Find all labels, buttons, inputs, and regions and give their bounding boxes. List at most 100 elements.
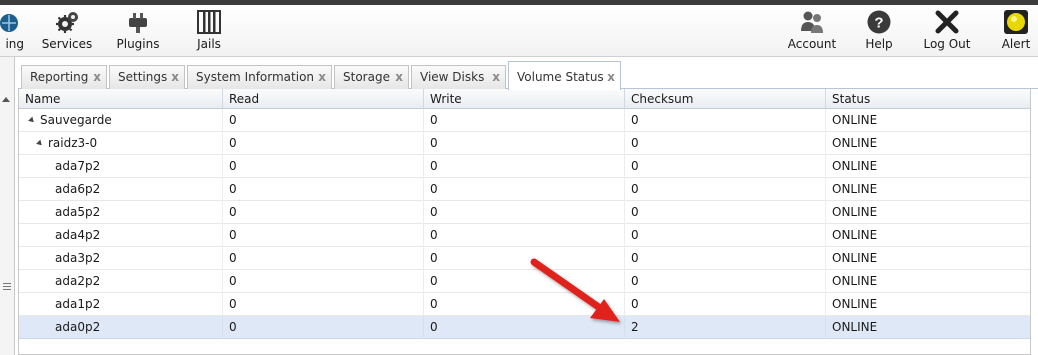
table-row[interactable]: ada2p2 0 0 0 ONLINE [19, 270, 1030, 293]
cell-text: 0 [430, 251, 438, 265]
toolbar-item-plugins[interactable]: Plugins [112, 5, 164, 57]
cell-text: 0 [430, 320, 438, 334]
cell-read: 0 [223, 132, 424, 155]
toolbar-label: Log Out [923, 37, 971, 51]
cell-text: ada7p2 [55, 159, 101, 173]
cell-write: 0 [424, 293, 625, 316]
column-header-status[interactable]: Status [826, 89, 1030, 109]
cell-text: ONLINE [832, 159, 878, 173]
cell-status: ONLINE [826, 155, 1030, 178]
tab-storage[interactable]: Storage x [334, 65, 409, 89]
cell-text: ada5p2 [55, 205, 101, 219]
cell-text: ONLINE [832, 113, 878, 127]
table-row[interactable]: raidz3-0 0 0 0 ONLINE [19, 132, 1030, 155]
expand-arrow-icon[interactable] [28, 116, 36, 125]
cell-text: 0 [631, 297, 639, 311]
cell-write: 0 [424, 316, 625, 339]
cell-text: 0 [229, 205, 237, 219]
cell-text: ONLINE [832, 136, 878, 150]
column-header-write[interactable]: Write [424, 89, 625, 109]
left-navigation-panel[interactable] [0, 57, 15, 355]
tab-reporting[interactable]: Reporting x [21, 65, 107, 89]
gears-icon [56, 12, 78, 33]
table-row[interactable]: ada3p2 0 0 0 ONLINE [19, 247, 1030, 270]
cell-text: 0 [229, 251, 237, 265]
close-icon[interactable]: x [492, 66, 500, 88]
cell-name: ada1p2 [19, 293, 223, 316]
cell-text: 0 [229, 182, 237, 196]
cell-text: raidz3-0 [48, 136, 98, 150]
column-header-read[interactable]: Read [223, 89, 424, 109]
cell-text: Sauvegarde [40, 113, 112, 127]
cell-text: 0 [430, 205, 438, 219]
toolbar-item-jails[interactable]: Jails [186, 5, 232, 57]
alert-icon [1004, 10, 1028, 34]
cell-status: ONLINE [826, 247, 1030, 270]
tab-label: Volume Status [517, 70, 604, 84]
cell-text: ada1p2 [55, 297, 101, 311]
cell-checksum: 0 [625, 201, 826, 224]
toolbar-item-alert[interactable]: Alert [996, 5, 1036, 57]
close-icon[interactable]: x [395, 66, 403, 88]
cell-text: 2 [631, 320, 639, 334]
cell-name: ada6p2 [19, 178, 223, 201]
tab-view-disks[interactable]: View Disks x [411, 65, 506, 89]
cell-status: ONLINE [826, 316, 1030, 339]
toolbar-item-services[interactable]: Services [38, 5, 96, 57]
toolbar-item-help[interactable]: ? Help [858, 5, 900, 57]
table-row[interactable]: ada6p2 0 0 0 ONLINE [19, 178, 1030, 201]
cell-read: 0 [223, 316, 424, 339]
close-icon[interactable]: x [171, 66, 179, 88]
cell-name: ada3p2 [19, 247, 223, 270]
cell-text: ada4p2 [55, 228, 101, 242]
close-icon[interactable]: x [607, 62, 615, 92]
tab-system-information[interactable]: System Information x [187, 65, 332, 89]
tab-label: Storage [343, 70, 390, 84]
cell-read: 0 [223, 109, 424, 132]
cell-read: 0 [223, 293, 424, 316]
tab-label: System Information [196, 70, 315, 84]
cell-read: 0 [223, 201, 424, 224]
cell-text: 0 [229, 159, 237, 173]
toolbar-item-reporting[interactable]: ing [0, 5, 24, 57]
table-row[interactable]: ada7p2 0 0 0 ONLINE [19, 155, 1030, 178]
cell-text: ada3p2 [55, 251, 101, 265]
cell-status: ONLINE [826, 132, 1030, 155]
cell-read: 0 [223, 155, 424, 178]
toolbar-item-logout[interactable]: Log Out [920, 5, 974, 57]
tab-settings[interactable]: Settings x [109, 65, 185, 89]
plug-icon [129, 13, 147, 33]
cell-checksum: 0 [625, 132, 826, 155]
toolbar-label: Help [865, 37, 893, 51]
cell-checksum: 0 [625, 109, 826, 132]
network-icon [0, 14, 18, 32]
users-icon [801, 11, 823, 33]
column-header-name[interactable]: Name [19, 89, 223, 109]
splitter-grip-icon[interactable] [3, 283, 11, 290]
tab-volume-status[interactable]: Volume Status x [508, 61, 621, 90]
cell-text: ONLINE [832, 297, 878, 311]
table-row[interactable]: ada4p2 0 0 0 ONLINE [19, 224, 1030, 247]
cell-status: ONLINE [826, 178, 1030, 201]
close-icon[interactable]: x [93, 66, 101, 88]
cell-text: 0 [631, 159, 639, 173]
table-row[interactable]: ada0p2 0 0 2 ONLINE [19, 316, 1030, 339]
column-header-checksum[interactable]: Checksum [625, 89, 826, 109]
expand-arrow-icon[interactable] [36, 139, 44, 148]
grid-header: Name Read Write Checksum Status [19, 89, 1030, 109]
scroll-up-icon[interactable] [2, 97, 10, 102]
cell-text: 0 [430, 113, 438, 127]
close-icon[interactable]: x [318, 66, 326, 88]
cell-text: 0 [229, 297, 237, 311]
table-row[interactable]: ada5p2 0 0 0 ONLINE [19, 201, 1030, 224]
cell-name: Sauvegarde [19, 109, 223, 132]
table-row[interactable]: ada1p2 0 0 0 ONLINE [19, 293, 1030, 316]
toolbar-label: ing [5, 37, 24, 51]
cell-text: ada2p2 [55, 274, 101, 288]
cell-checksum: 2 [625, 316, 826, 339]
cell-text: 0 [631, 228, 639, 242]
cell-text: 0 [631, 274, 639, 288]
toolbar-item-account[interactable]: Account [784, 5, 840, 57]
cell-text: 0 [631, 113, 639, 127]
table-row[interactable]: Sauvegarde 0 0 0 ONLINE [19, 109, 1030, 132]
